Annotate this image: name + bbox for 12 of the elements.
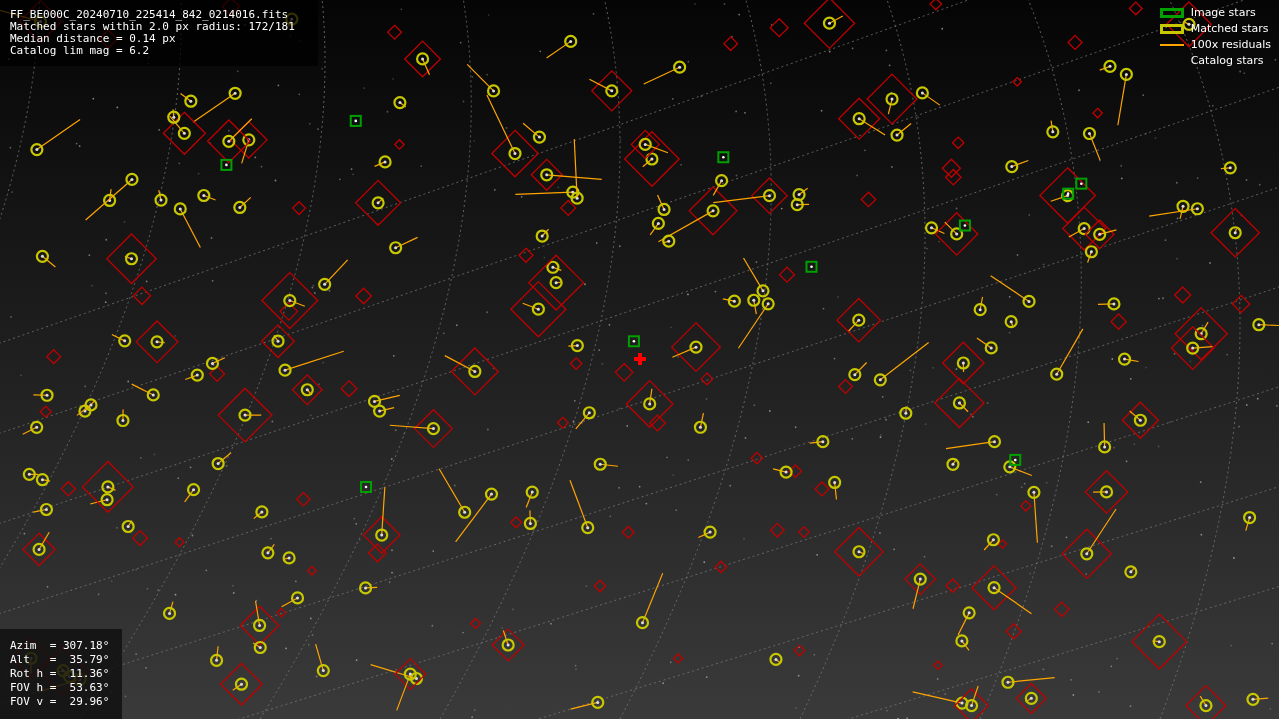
pointing-text: Rot h = 11.36° <box>10 667 111 681</box>
info-text: Median distance = 0.14 px <box>10 33 177 45</box>
legend-label: 100x residuals <box>1190 38 1271 51</box>
pointing-text: FOV h = 53.63° <box>10 681 111 695</box>
pointing-text: FOV v = 29.96° <box>10 695 111 709</box>
pointing-text: Azim = 307.18° <box>10 639 111 653</box>
info-text: FF_BE000C_20240710_225414_842_0214016.fits <box>10 9 290 21</box>
center-cross-icon <box>634 353 646 365</box>
info-text: Catalog lim mag = 6.2 <box>10 45 151 57</box>
legend-label: Catalog stars <box>1190 54 1264 67</box>
pointing-text: Alt = 35.79° <box>10 653 111 667</box>
info-text: Matched stars within 2.0 px radius: 172/181 <box>10 21 296 33</box>
